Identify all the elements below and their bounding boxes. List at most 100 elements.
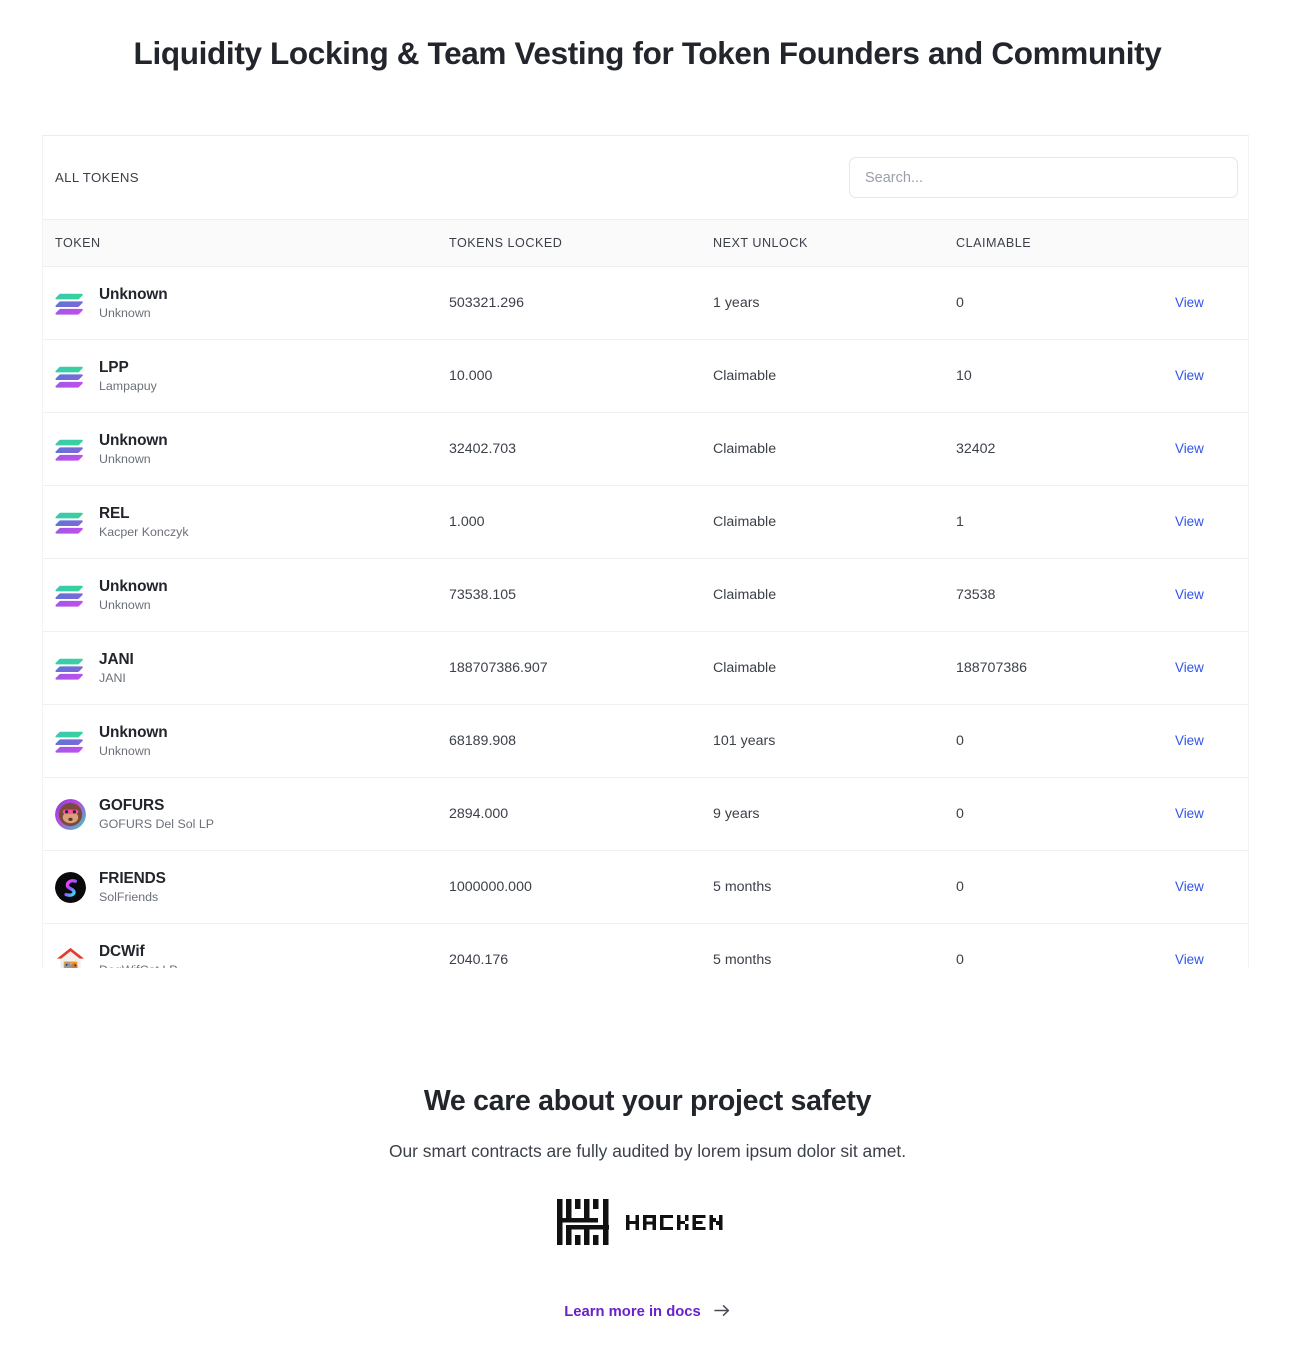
table-row[interactable]: GOFURS GOFURS Del Sol LP 2894.000 9 years 0 V… xyxy=(43,778,1248,851)
token-identity: LPP Lampapuy xyxy=(55,359,437,394)
solana-icon xyxy=(55,293,83,315)
table-row[interactable]: REL Kacper Konczyk 1.000 Claimable 1 View xyxy=(43,486,1248,559)
cell-action: View xyxy=(1175,559,1248,632)
hero-section: Liquidity Locking & Team Vesting for Tok… xyxy=(0,0,1295,73)
cell-action: View xyxy=(1175,413,1248,486)
cell-claimable: 32402 xyxy=(956,441,996,457)
cell-tokens-locked: 68189.908 xyxy=(449,733,517,749)
column-header-claimable: CLAIMABLE xyxy=(944,219,1175,267)
cell-tokens-locked: 503321.296 xyxy=(449,295,524,311)
table-row[interactable]: Unknown Unknown 32402.703 Claimable 32402 Vie… xyxy=(43,413,1248,486)
cell-token: Unknown Unknown xyxy=(43,705,437,778)
table-row[interactable]: DCWif DogWifCat LP 2040.176 5 months 0 View xyxy=(43,924,1248,969)
solana-icon xyxy=(55,585,83,607)
view-link[interactable]: View xyxy=(1175,368,1204,383)
column-header-actions xyxy=(1175,219,1248,267)
cell-token: Unknown Unknown xyxy=(43,413,437,486)
table-row[interactable]: LPP Lampapuy 10.000 Claimable 10 View xyxy=(43,340,1248,413)
cell-token: Unknown Unknown xyxy=(43,267,437,340)
view-link[interactable]: View xyxy=(1175,441,1204,456)
table-row[interactable]: FRIENDS SolFriends 1000000.000 5 months 0 Vie… xyxy=(43,851,1248,924)
token-symbol: Unknown xyxy=(99,431,168,449)
token-name: Kacper Konczyk xyxy=(99,525,189,540)
page-root: Liquidity Locking & Team Vesting for Tok… xyxy=(0,0,1295,1367)
token-name: SolFriends xyxy=(99,890,159,905)
view-link[interactable]: View xyxy=(1175,879,1204,894)
cell-token: LPP Lampapuy xyxy=(43,340,437,413)
solana-icon xyxy=(55,439,83,461)
cell-token: Unknown Unknown xyxy=(43,559,437,632)
view-link[interactable]: View xyxy=(1175,660,1204,675)
gofurs-avatar-icon xyxy=(55,798,86,830)
table-row[interactable]: Unknown Unknown 503321.296 1 years 0 View xyxy=(43,267,1248,340)
cell-tokens-locked: 2040.176 xyxy=(449,952,509,968)
cell-action: View xyxy=(1175,267,1248,340)
view-link[interactable]: View xyxy=(1175,514,1204,529)
cell-token: GOFURS GOFURS Del Sol LP xyxy=(43,778,437,851)
token-meta: Unknown Unknown xyxy=(99,724,168,759)
token-meta: Unknown Unknown xyxy=(99,578,168,613)
token-identity: Unknown Unknown xyxy=(55,724,437,759)
token-identity: FRIENDS SolFriends xyxy=(55,870,437,905)
view-link[interactable]: View xyxy=(1175,587,1204,602)
cell-next-unlock: 5 months xyxy=(713,879,772,895)
token-identity: Unknown Unknown xyxy=(55,578,437,613)
token-identity: DCWif DogWifCat LP xyxy=(55,943,437,968)
safety-subtitle: Our smart contracts are fully audited by… xyxy=(388,1141,907,1161)
token-symbol: Unknown xyxy=(99,723,168,741)
cell-tokens-locked: 1000000.000 xyxy=(449,879,532,895)
cell-tokens-locked: 2894.000 xyxy=(449,806,509,822)
cell-action: View xyxy=(1175,851,1248,924)
learn-more-docs-link[interactable]: Learn more in docs xyxy=(564,1304,731,1321)
view-link[interactable]: View xyxy=(1175,806,1204,821)
table-row[interactable]: JANI JANI 188707386.907 Claimable 188707386 V… xyxy=(43,632,1248,705)
token-meta: GOFURS GOFURS Del Sol LP xyxy=(99,797,214,832)
cell-claimable: 0 xyxy=(956,952,964,968)
cell-tokens-locked: 32402.703 xyxy=(449,441,517,457)
table-row[interactable]: Unknown Unknown 68189.908 101 years 0 View xyxy=(43,705,1248,778)
table-body: Unknown Unknown 503321.296 1 years 0 View LPP L… xyxy=(43,267,1248,969)
cell-claimable: 73538 xyxy=(956,587,996,603)
token-name: Unknown xyxy=(99,306,151,321)
cell-claimable: 0 xyxy=(956,879,964,895)
cell-action: View xyxy=(1175,340,1248,413)
token-symbol: LPP xyxy=(99,358,129,376)
table-row[interactable]: Unknown Unknown 73538.105 Claimable 73538 Vie… xyxy=(43,559,1248,632)
token-symbol: GOFURS xyxy=(99,796,165,814)
token-identity: Unknown Unknown xyxy=(55,286,437,321)
token-identity: Unknown Unknown xyxy=(55,432,437,467)
search-input[interactable] xyxy=(849,157,1238,198)
all-tokens-label: ALL TOKENS xyxy=(55,170,139,185)
cell-action: View xyxy=(1175,778,1248,851)
solana-icon xyxy=(55,512,83,534)
table-header-row: TOKEN TOKENS LOCKED NEXT UNLOCK CLAIMABL… xyxy=(43,219,1248,267)
cell-token: JANI JANI xyxy=(43,632,437,705)
token-identity: GOFURS GOFURS Del Sol LP xyxy=(55,797,437,832)
token-meta: REL Kacper Konczyk xyxy=(99,505,189,540)
cell-tokens-locked: 10.000 xyxy=(449,368,493,384)
safety-title: We care about your project safety xyxy=(423,1085,872,1117)
token-meta: LPP Lampapuy xyxy=(99,359,157,394)
token-name: GOFURS Del Sol LP xyxy=(99,817,214,832)
cell-claimable: 10 xyxy=(956,368,972,384)
column-header-tokens-locked: TOKENS LOCKED xyxy=(437,219,701,267)
view-link[interactable]: View xyxy=(1175,295,1204,310)
cell-next-unlock: Claimable xyxy=(713,441,777,457)
docs-link-label: Learn more in docs xyxy=(564,1304,701,1320)
column-header-next-unlock: NEXT UNLOCK xyxy=(701,219,944,267)
cell-claimable: 188707386 xyxy=(956,660,1028,676)
view-link[interactable]: View xyxy=(1175,952,1204,967)
cell-claimable: 0 xyxy=(956,806,964,822)
hacken-mark-icon xyxy=(557,1199,609,1250)
solana-icon xyxy=(55,658,83,680)
docs-link-container: Learn more in docs xyxy=(0,1303,1295,1321)
view-link[interactable]: View xyxy=(1175,733,1204,748)
cell-next-unlock: 101 years xyxy=(713,733,776,749)
cell-action: View xyxy=(1175,705,1248,778)
table-toolbar: ALL TOKENS xyxy=(43,136,1248,219)
cell-action: View xyxy=(1175,924,1248,969)
cell-tokens-locked: 188707386.907 xyxy=(449,660,548,676)
cell-claimable: 0 xyxy=(956,295,964,311)
cell-token: FRIENDS SolFriends xyxy=(43,851,437,924)
cell-action: View xyxy=(1175,486,1248,559)
